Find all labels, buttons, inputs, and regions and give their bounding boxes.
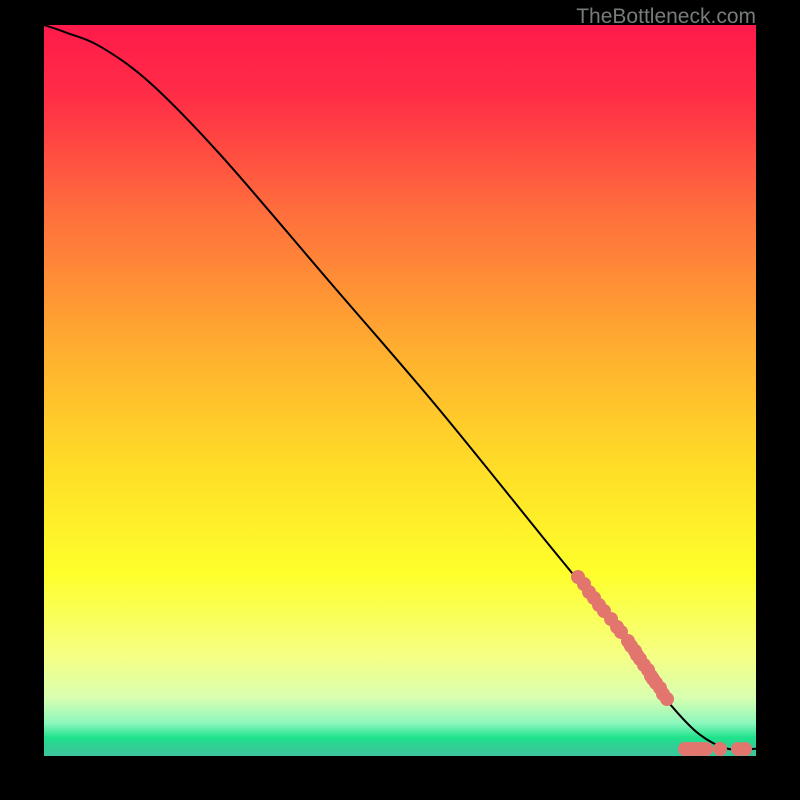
data-point bbox=[660, 692, 674, 706]
data-point bbox=[699, 742, 713, 756]
main-curve bbox=[44, 25, 756, 750]
data-point bbox=[738, 742, 752, 756]
curve-layer bbox=[44, 25, 756, 756]
chart-frame: TheBottleneck.com bbox=[0, 0, 800, 800]
plot-area bbox=[44, 25, 756, 756]
data-point bbox=[713, 742, 727, 756]
